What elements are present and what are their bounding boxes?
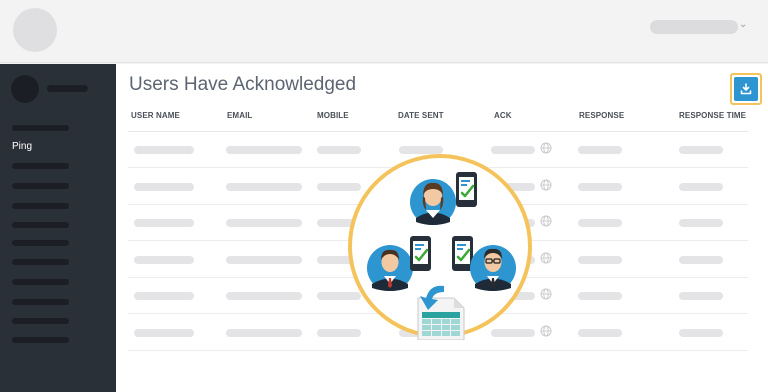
column-header-ack[interactable]: ACK [494,111,512,121]
table-cell-placeholder [679,255,723,264]
table-cell-placeholder [578,292,622,300]
table-cell-placeholder [578,328,622,337]
table-cell-placeholder [578,219,622,227]
user-menu[interactable] [650,20,738,34]
column-header-response[interactable]: RESPONSE [579,111,624,121]
table-cell-placeholder [578,255,622,264]
sidebar-item[interactable] [12,125,69,131]
table-cell-placeholder [226,328,302,337]
logo-placeholder [13,8,57,52]
table-cell-placeholder [134,255,194,264]
column-header-mobile[interactable]: MOBILE [317,111,349,121]
table-cell-placeholder [578,146,622,154]
table-cell-placeholder [134,146,194,154]
table-cell-placeholder [134,292,194,300]
table-cell-placeholder [226,146,302,154]
sidebar-item-ping[interactable]: Ping [12,141,32,153]
table-cell-placeholder [226,182,302,191]
table-cell-placeholder [226,255,302,264]
column-header-user-name[interactable]: USER NAME [131,111,180,121]
table-cell-placeholder [679,146,723,154]
column-header-response-time[interactable]: RESPONSE TIME [679,111,746,121]
table-cell-placeholder [679,182,723,191]
sidebar: Ping [0,64,116,392]
sidebar-item[interactable] [12,318,69,324]
page-title: Users Have Acknowledged [129,74,357,95]
table-cell-placeholder [226,219,302,227]
table-cell-placeholder [679,292,723,300]
download-icon [740,83,752,95]
download-button[interactable] [730,73,762,105]
sidebar-item[interactable] [12,183,69,189]
globe-icon[interactable] [540,288,552,300]
sidebar-item[interactable] [12,163,69,169]
table-cell-placeholder [226,292,302,300]
avatar [11,75,39,103]
table-cell-placeholder [578,182,622,191]
table-cell-placeholder [679,219,723,227]
user-name-placeholder [47,85,88,92]
globe-icon[interactable] [540,215,552,227]
phone-ack-icon [452,236,473,271]
sidebar-item[interactable] [12,259,69,265]
user-avatar-icon [410,179,456,225]
phone-ack-icon [410,236,431,271]
globe-icon[interactable] [540,179,552,191]
globe-icon[interactable] [540,142,552,154]
column-header-date-sent[interactable]: DATE SENT [398,111,444,121]
table-cell-placeholder [134,328,194,337]
sidebar-item[interactable] [12,203,69,209]
globe-icon[interactable] [540,325,552,337]
globe-icon[interactable] [540,252,552,264]
sidebar-item[interactable] [12,279,69,285]
sidebar-item[interactable] [12,299,69,305]
column-header-email[interactable]: EMAIL [227,111,252,121]
table-cell-placeholder [679,328,723,337]
phone-ack-icon [456,172,477,207]
table-cell-placeholder [134,182,194,191]
user-avatar-icon [470,245,516,291]
top-bar: ⌄ [0,0,768,63]
sidebar-item[interactable] [12,222,69,228]
sidebar-item[interactable] [12,337,69,343]
table-cell-placeholder [134,219,194,227]
export-report-illustration [348,154,532,340]
chevron-down-icon[interactable]: ⌄ [739,18,747,32]
sidebar-item[interactable] [12,240,69,246]
user-avatar-icon [367,245,413,291]
